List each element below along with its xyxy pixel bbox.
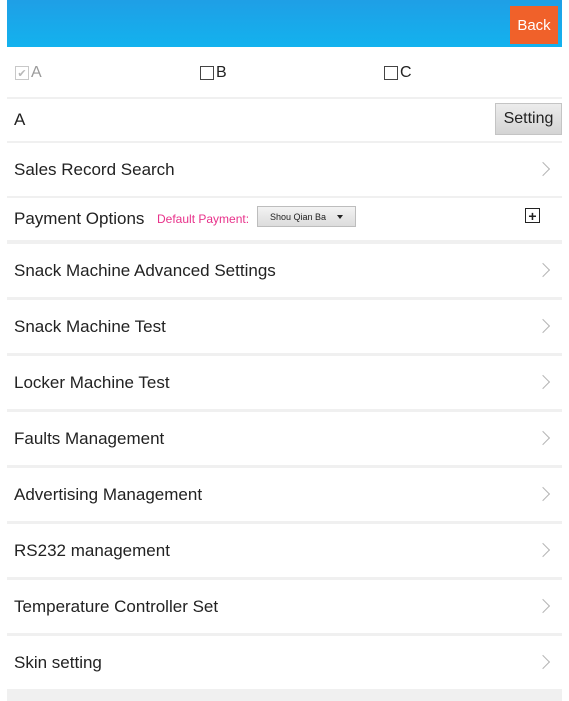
payment-options-row: Payment Options Default Payment: Shou Qi… (7, 198, 562, 240)
chevron-right-icon (535, 430, 551, 445)
menu-item-label: Faults Management (14, 428, 165, 448)
menu-item-label: Locker Machine Test (14, 372, 170, 392)
setting-button[interactable]: Setting (495, 103, 562, 135)
chevron-right-icon (535, 654, 551, 669)
checkbox-b-label: B (216, 64, 227, 81)
menu-item-label: Snack Machine Test (14, 316, 166, 336)
checkbox-a[interactable]: ✔ A (15, 64, 42, 82)
checkbox-b[interactable]: B (200, 64, 227, 82)
checkbox-c[interactable]: C (384, 64, 412, 82)
checkbox-a-label: A (31, 64, 42, 81)
top-bar: Back (7, 0, 562, 47)
checkbox-row: ✔ A B C (7, 47, 562, 97)
checkbox-c-label: C (400, 64, 412, 81)
settings-panel: ✔ A B C A Setting Sales Record Search Pa… (7, 47, 562, 701)
menu-item-label: Skin setting (14, 652, 102, 672)
sales-record-search-label: Sales Record Search (14, 159, 175, 179)
empty-box-icon (200, 66, 214, 80)
add-payment-icon[interactable]: + (525, 208, 540, 223)
menu-item-advertising[interactable]: Advertising Management (7, 468, 562, 521)
menu-item-snack-advanced[interactable]: Snack Machine Advanced Settings (7, 244, 562, 297)
back-button[interactable]: Back (510, 6, 558, 44)
chevron-right-icon (535, 374, 551, 389)
menu-item-snack-test[interactable]: Snack Machine Test (7, 300, 562, 353)
empty-box-icon (384, 66, 398, 80)
chevron-right-icon (535, 542, 551, 557)
chevron-right-icon (535, 262, 551, 277)
chevron-right-icon (535, 486, 551, 501)
menu-item-label: Temperature Controller Set (14, 596, 219, 616)
dropdown-arrow-icon (337, 215, 343, 219)
check-icon: ✔ (15, 66, 29, 80)
chevron-right-icon (535, 598, 551, 613)
machine-label: A (14, 110, 26, 129)
default-payment-select[interactable]: Shou Qian Ba (257, 206, 356, 227)
sales-record-search-row[interactable]: Sales Record Search (7, 143, 562, 196)
chevron-right-icon (535, 318, 551, 333)
default-payment-value: Shou Qian Ba (270, 211, 327, 222)
chevron-right-icon (535, 161, 551, 176)
menu-item-faults[interactable]: Faults Management (7, 412, 562, 465)
payment-options-label: Payment Options (14, 209, 145, 228)
default-payment-label: Default Payment: (157, 212, 250, 226)
menu-item-skin[interactable]: Skin setting (7, 636, 562, 689)
menu-item-label: RS232 management (14, 540, 170, 560)
menu-item-locker-test[interactable]: Locker Machine Test (7, 356, 562, 409)
menu-item-label: Advertising Management (14, 484, 203, 504)
machine-row: A Setting (7, 99, 562, 141)
menu-item-temperature[interactable]: Temperature Controller Set (7, 580, 562, 633)
menu-item-label: Snack Machine Advanced Settings (14, 260, 276, 280)
menu-item-rs232[interactable]: RS232 management (7, 524, 562, 577)
